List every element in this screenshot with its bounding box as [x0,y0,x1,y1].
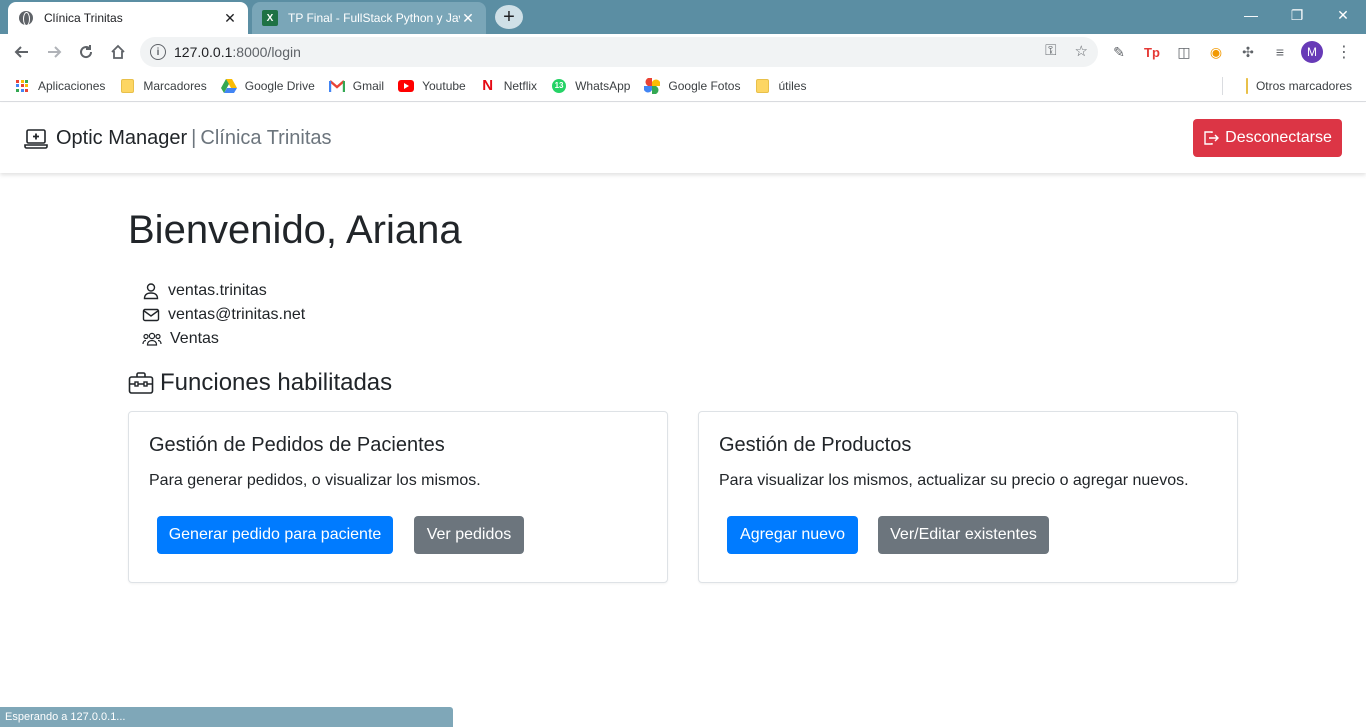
tp-extension-icon[interactable]: Tp [1141,41,1163,63]
clinic-name: Clínica Trinitas [200,127,332,149]
bookmark-label: Youtube [422,78,466,93]
bookmark-label: Otros marcadores [1255,78,1352,93]
excel-icon: X [262,10,278,26]
reload-button[interactable] [70,36,102,68]
card-products: Gestión de Productos Para visualizar los… [698,411,1238,583]
folder-icon [119,78,135,94]
toolbox-icon [128,372,154,394]
user-email-row: ventas@trinitas.net [142,306,305,324]
brand-name: Optic Manager [56,127,188,149]
username: ventas.trinitas [168,282,267,299]
folder-icon [754,78,770,94]
forward-button[interactable] [38,36,70,68]
whatsapp-icon: 13 [551,78,567,94]
extensions-puzzle-icon[interactable]: ✣ [1237,41,1259,63]
edit-products-button[interactable]: Ver/Editar existentes [878,516,1049,554]
bookmark-marcadores[interactable]: Marcadores [119,78,207,94]
menu-kebab-icon[interactable]: ⋮ [1333,41,1355,63]
bookmark-aplicaciones[interactable]: Aplicaciones [14,78,105,94]
profile-avatar[interactable]: M [1301,41,1323,63]
url-path: :8000/login [232,44,301,60]
logout-label: Desconectarse [1225,129,1332,146]
browser-status-bubble: Esperando a 127.0.0.1... [0,707,453,727]
minimize-button[interactable]: — [1228,0,1274,30]
url-host: 127.0.0.1 [174,44,233,60]
bookmark-google-drive[interactable]: Google Drive [220,78,315,94]
user-group-row: Ventas [142,330,219,348]
bookmark-star-icon[interactable]: ☆ [1075,42,1088,60]
functions-title: Funciones habilitadas [160,369,393,396]
bookmark-google-fotos[interactable]: Google Fotos [644,77,741,94]
user-group: Ventas [170,330,219,347]
globe-icon [18,10,34,26]
box-arrow-right-icon [1204,131,1220,145]
bookmark-utiles[interactable]: útiles [754,78,806,94]
brand-link[interactable]: Optic Manager | Clínica Trinitas [24,127,332,150]
apps-grid-icon [14,78,30,94]
whatsapp-badge: 13 [552,78,567,93]
person-icon [143,283,159,300]
key-icon[interactable]: ⚿ [1045,42,1056,60]
media-control-icon[interactable]: ≡ [1269,41,1291,63]
bookmarks-bar: Aplicaciones Marcadores Google Drive Gma… [0,70,1366,102]
google-drive-icon [220,78,237,94]
restore-button[interactable]: ❐ [1274,0,1320,30]
netflix-icon: N [482,77,494,94]
add-product-button[interactable]: Agregar nuevo [727,516,858,554]
user-username-row: ventas.trinitas [142,282,267,300]
browser-toolbar: i 127.0.0.1:8000/login ⚿ ☆ ✎ Tp ◫ ◉ ✣ ≡ … [0,34,1366,70]
bookmark-label: Marcadores [143,78,207,93]
close-tab-icon[interactable]: ✕ [222,10,238,26]
tab-title: TP Final - FullStack Python y Java [288,11,460,25]
bookmark-label: Gmail [352,78,385,93]
app-navbar: Optic Manager | Clínica Trinitas Descone… [0,103,1366,173]
back-button[interactable] [6,36,38,68]
card-title: Gestión de Pedidos de Pacientes [149,434,445,456]
bookmark-label: útiles [778,78,807,93]
view-orders-button[interactable]: Ver pedidos [414,516,524,554]
welcome-heading: Bienvenido, Ariana [128,208,462,252]
gmail-icon [328,78,345,94]
laptop-medical-icon [24,128,48,149]
bookmark-label: Netflix [503,78,538,93]
bookmark-label: Google Fotos [668,78,741,93]
bookmark-netflix[interactable]: N Netflix [480,77,538,94]
profile-initial: M [1301,41,1323,63]
pen-extension-icon[interactable]: ✎ [1108,41,1130,63]
tab-clinica-trinitas[interactable]: Clínica Trinitas ✕ [8,2,248,34]
people-icon [142,332,162,346]
folder-icon [1245,77,1248,94]
close-tab-icon[interactable]: ✕ [460,10,476,26]
logout-button[interactable]: Desconectarse [1193,119,1342,157]
new-tab-button[interactable]: + [495,5,523,29]
close-window-button[interactable]: ✕ [1320,0,1366,30]
card-text: Para generar pedidos, o visualizar los m… [149,472,481,489]
address-bar[interactable]: i 127.0.0.1:8000/login ⚿ ☆ [140,37,1098,67]
bookmark-label: WhatsApp [575,78,631,93]
functions-heading: Funciones habilitadas [128,369,392,397]
bookmarks-divider [1222,77,1223,95]
email: ventas@trinitas.net [168,306,306,323]
bookmark-whatsapp[interactable]: 13 WhatsApp [551,78,630,94]
browser-tab-strip: Clínica Trinitas ✕ X TP Final - FullStac… [0,0,1366,34]
bookmark-youtube[interactable]: Youtube [398,78,466,94]
bookmark-otros-marcadores[interactable]: Otros marcadores [1245,77,1352,94]
card-patient-orders: Gestión de Pedidos de Pacientes Para gen… [128,411,668,583]
generate-order-button[interactable]: Generar pedido para paciente [157,516,393,554]
bookmark-gmail[interactable]: Gmail [328,78,385,94]
envelope-icon [142,308,160,322]
youtube-icon [398,78,415,94]
card-text: Para visualizar los mismos, actualizar s… [719,472,1189,489]
pocket-extension-icon[interactable]: ◫ [1173,41,1195,63]
brand-separator: | [191,127,197,149]
tab-title: Clínica Trinitas [44,11,123,25]
google-photos-icon [644,77,661,94]
glasses-extension-icon[interactable]: ◉ [1205,41,1227,63]
site-info-icon[interactable]: i [150,44,166,60]
tab-tp-final[interactable]: X TP Final - FullStack Python y Java ✕ [252,2,486,34]
home-button[interactable] [102,36,134,68]
bookmark-label: Aplicaciones [38,78,106,93]
bookmark-label: Google Drive [244,78,315,93]
card-title: Gestión de Productos [719,434,912,456]
